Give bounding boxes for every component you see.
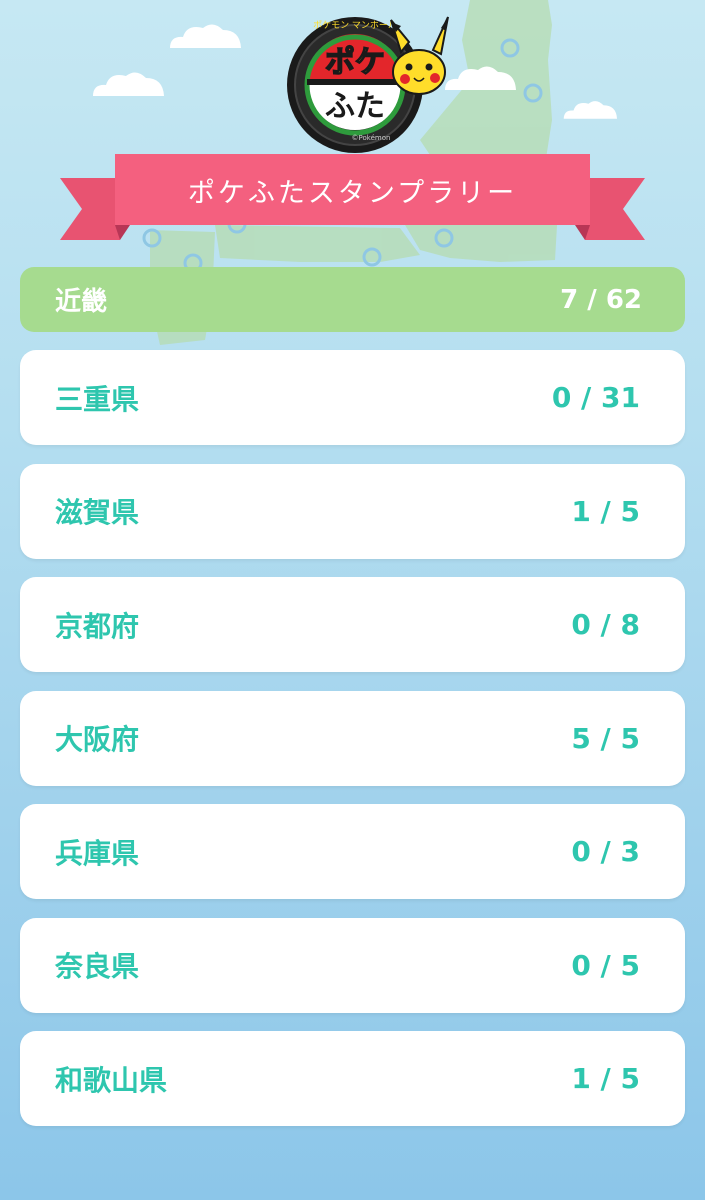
prefecture-item-hyogo[interactable]: 兵庫県 0 / 3 [20, 804, 685, 899]
cloud-decoration [93, 72, 164, 96]
prefecture-item-nara[interactable]: 奈良県 0 / 5 [20, 917, 685, 1013]
cloud-decoration [563, 101, 617, 119]
prefecture-progress: 0 / 3 [571, 835, 640, 868]
prefecture-name: 大阪府 [55, 723, 140, 756]
svg-text:ふた: ふた [325, 89, 385, 124]
prefecture-item-kyoto[interactable]: 京都府 0 / 8 [20, 577, 685, 672]
prefecture-name: 奈良県 [55, 950, 140, 983]
svg-text:ポケ: ポケ [325, 45, 385, 80]
prefecture-progress: 0 / 8 [571, 608, 640, 641]
svg-text:ポケモン マンホール: ポケモン マンホール [313, 20, 397, 31]
prefecture-item-wakayama[interactable]: 和歌山県 1 / 5 [20, 1031, 685, 1126]
prefecture-name: 滋賀県 [55, 496, 140, 529]
region-summary-bar: 近畿 7 / 62 [20, 267, 685, 332]
prefecture-name: 三重県 [55, 382, 140, 416]
region-progress: 7 / 62 [560, 284, 642, 315]
prefecture-name: 京都府 [55, 609, 140, 643]
prefecture-name: 兵庫県 [55, 836, 140, 870]
region-name: 近畿 [55, 287, 108, 317]
prefecture-progress: 1 / 5 [571, 1062, 640, 1095]
prefecture-item-mie[interactable]: 三重県 0 / 31 [20, 350, 685, 445]
prefecture-progress: 0 / 5 [571, 948, 640, 982]
svg-text:©Pokémon: ©Pokémon [352, 134, 391, 142]
prefecture-name: 和歌山県 [55, 1063, 168, 1097]
page-title: ポケふたスタンプラリー [187, 177, 518, 209]
pokefuta-logo: ポケ ふた ポケモン マンホール ©Pokémon [287, 16, 449, 153]
prefecture-progress: 1 / 5 [571, 494, 640, 528]
prefecture-list: 三重県 0 / 31 滋賀県 1 / 5 京都府 0 / 8 大阪府 5 / 5… [20, 350, 685, 1145]
prefecture-progress: 0 / 31 [551, 381, 640, 414]
cloud-decoration [170, 24, 241, 48]
prefecture-progress: 5 / 5 [571, 721, 640, 755]
prefecture-item-osaka[interactable]: 大阪府 5 / 5 [20, 690, 685, 786]
prefecture-item-shiga[interactable]: 滋賀県 1 / 5 [20, 463, 685, 559]
